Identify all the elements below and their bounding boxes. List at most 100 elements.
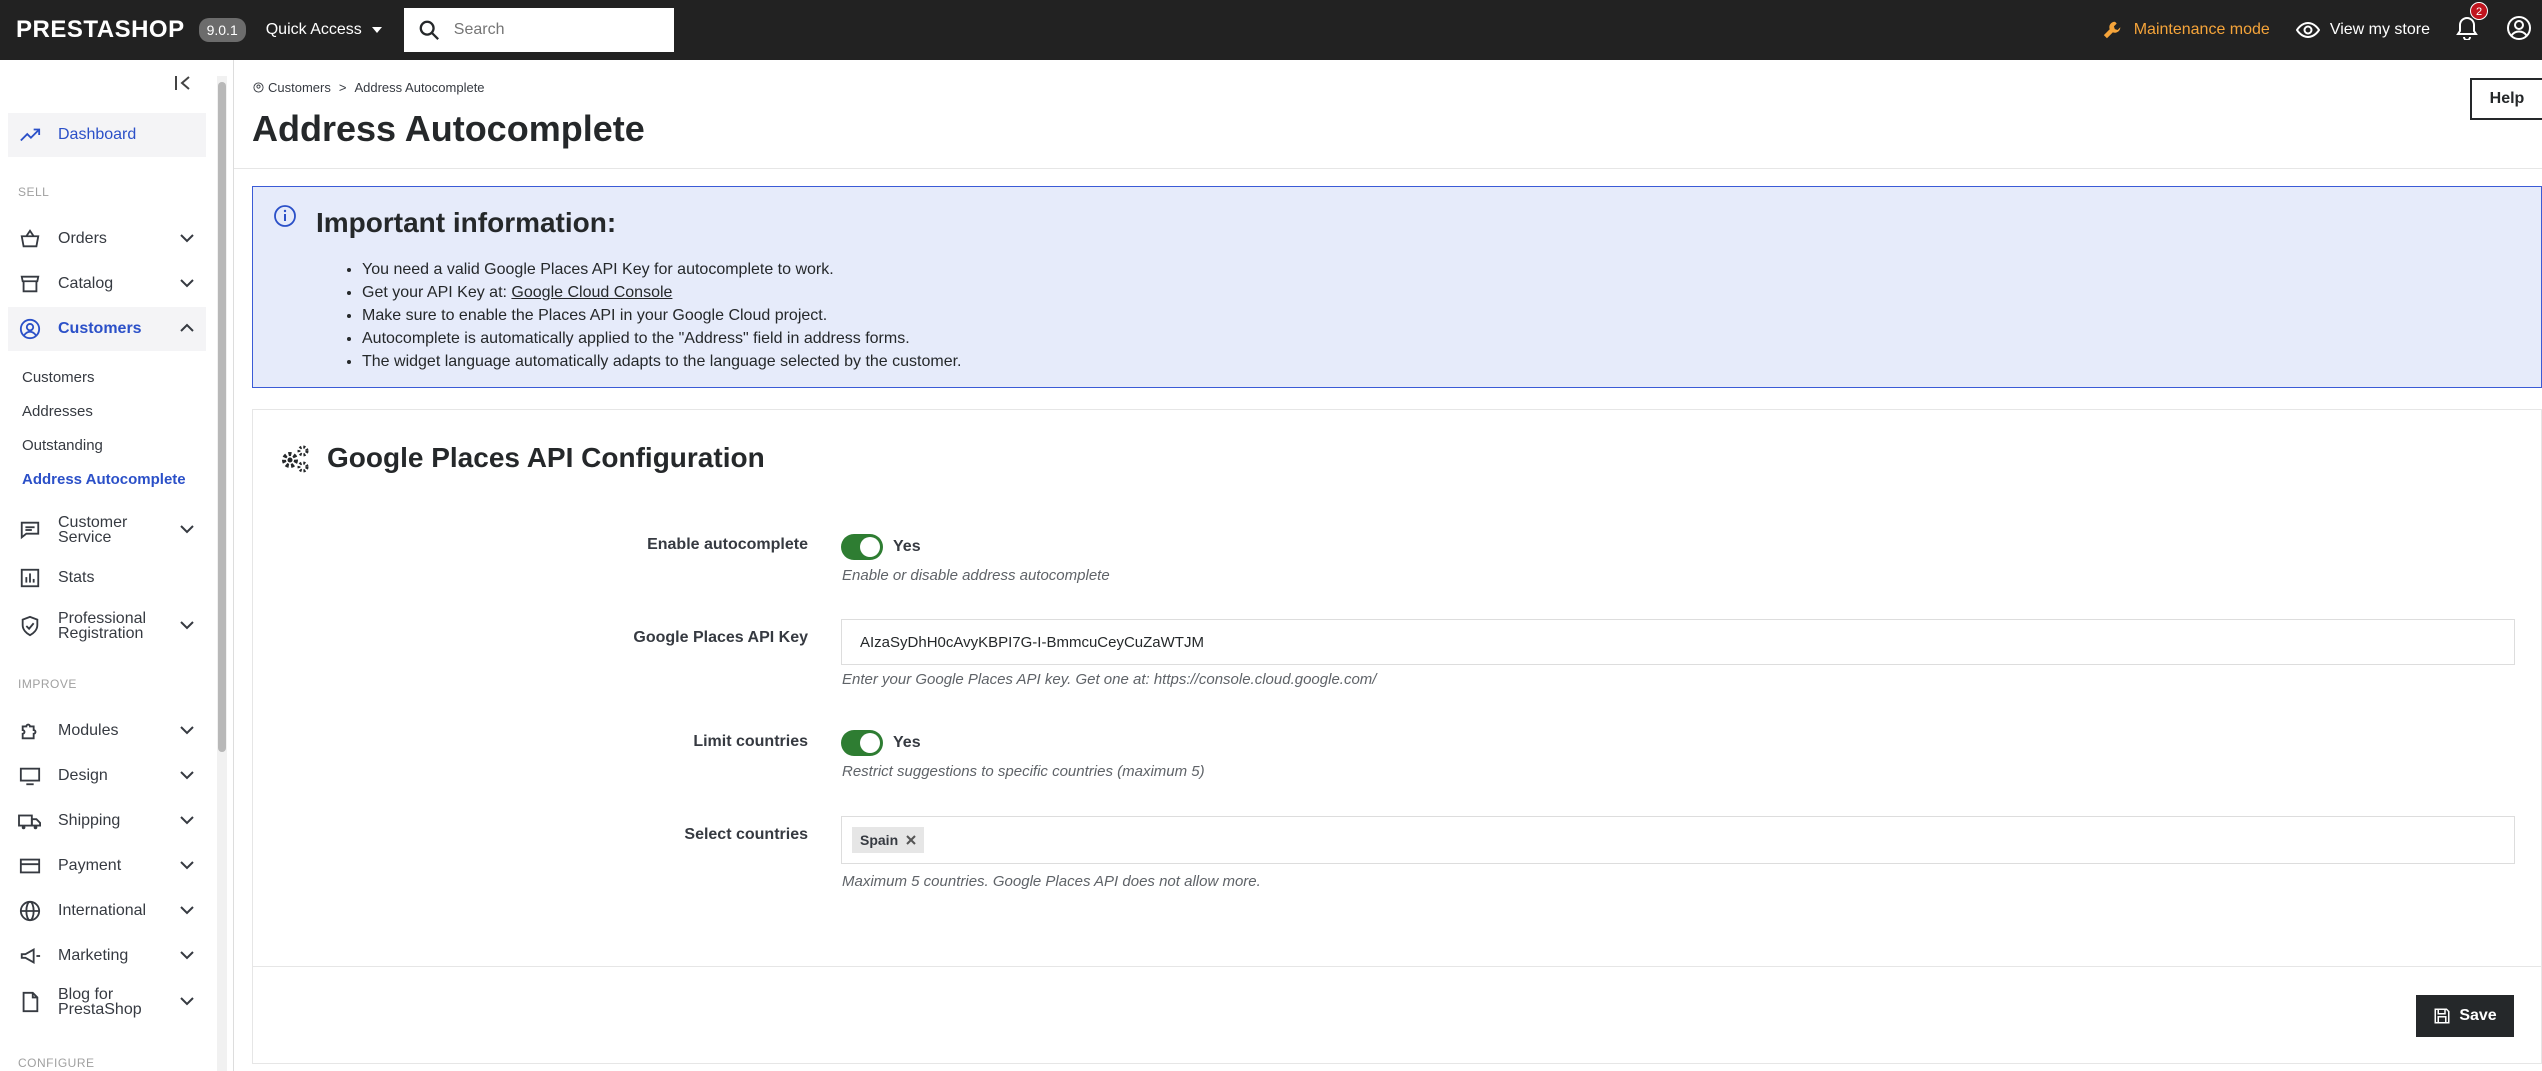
- top-right-actions: Maintenance mode View my store 2: [2102, 0, 2542, 60]
- select-countries-help: Maximum 5 countries. Google Places API d…: [842, 873, 1261, 890]
- remove-tag-icon[interactable]: [906, 835, 916, 845]
- sidebar-subitem-addresses[interactable]: Addresses: [22, 403, 93, 420]
- list-item: Get your API Key at: Google Cloud Consol…: [362, 281, 962, 304]
- account-button[interactable]: [2506, 15, 2532, 46]
- limit-countries-toggle[interactable]: [841, 730, 883, 756]
- bar-chart-icon: [18, 566, 42, 590]
- sidebar-item-customer-service[interactable]: Customer Service: [8, 508, 206, 552]
- chevron-down-icon: [180, 722, 194, 740]
- sidebar-item-label: International: [58, 902, 147, 919]
- shield-check-icon: [18, 614, 42, 638]
- sidebar: Dashboard SELL Orders Catalog Customers …: [0, 60, 234, 1071]
- enable-autocomplete-label: Enable autocomplete: [647, 536, 808, 553]
- chevron-down-icon: [180, 230, 194, 248]
- sidebar-item-professional-registration[interactable]: Professional Registration: [8, 604, 206, 648]
- section-label-configure: CONFIGURE: [18, 1056, 95, 1070]
- enable-autocomplete-help: Enable or disable address autocomplete: [842, 567, 1110, 584]
- limit-countries-help: Restrict suggestions to specific countri…: [842, 763, 1205, 780]
- user-circle-icon: [18, 317, 42, 341]
- google-places-config-card: Google Places API Configuration Enable a…: [252, 409, 2542, 1064]
- api-key-help: Enter your Google Places API key. Get on…: [842, 671, 1377, 688]
- limit-countries-label: Limit countries: [693, 733, 808, 750]
- sidebar-item-label: Customers: [58, 320, 142, 337]
- sidebar-item-marketing[interactable]: Marketing: [8, 934, 206, 978]
- sidebar-item-modules[interactable]: Modules: [8, 709, 206, 753]
- user-circle-icon: [2507, 15, 2531, 40]
- chevron-down-icon: [180, 767, 194, 785]
- sidebar-item-label: Professional Registration: [58, 610, 147, 642]
- view-store-label: View my store: [2329, 21, 2430, 38]
- search-icon: [419, 20, 439, 40]
- credit-card-icon: [18, 854, 42, 878]
- country-tag: Spain: [852, 827, 925, 853]
- sidebar-item-payment[interactable]: Payment: [8, 844, 206, 888]
- chevron-down-icon: [180, 857, 194, 875]
- puzzle-icon: [18, 719, 42, 743]
- info-title: Important information:: [316, 207, 617, 238]
- caret-down-icon: [371, 27, 382, 33]
- sidebar-item-label: Customer Service: [58, 514, 128, 546]
- section-label-sell: SELL: [18, 185, 50, 199]
- sidebar-item-shipping[interactable]: Shipping: [8, 799, 206, 843]
- card-title: Google Places API Configuration: [279, 442, 765, 474]
- info-list: You need a valid Google Places API Key f…: [362, 258, 962, 373]
- sidebar-item-blog[interactable]: Blog for PrestaShop: [8, 980, 206, 1024]
- globe-icon: [18, 899, 42, 923]
- sidebar-item-international[interactable]: International: [8, 889, 206, 933]
- sidebar-item-dashboard[interactable]: Dashboard: [8, 113, 206, 157]
- help-button[interactable]: Help: [2470, 78, 2542, 120]
- quick-access-label: Quick Access: [265, 21, 362, 38]
- chevron-down-icon: [180, 993, 194, 1011]
- list-item: The widget language automatically adapts…: [362, 350, 962, 373]
- google-cloud-console-link[interactable]: Google Cloud Console: [511, 284, 672, 301]
- floppy-disk-icon: [2434, 1008, 2450, 1024]
- sidebar-subitem-address-autocomplete[interactable]: Address Autocomplete: [22, 471, 186, 488]
- user-circle-icon: [253, 82, 264, 93]
- quick-access-button[interactable]: Quick Access: [266, 21, 382, 39]
- sidebar-subitem-customers[interactable]: Customers: [22, 369, 95, 386]
- sidebar-item-orders[interactable]: Orders: [8, 217, 206, 261]
- card-footer-divider: [253, 966, 2541, 967]
- maintenance-label: Maintenance mode: [2133, 21, 2270, 38]
- maintenance-mode-link[interactable]: Maintenance mode: [2102, 19, 2270, 41]
- enable-autocomplete-value: Yes: [893, 538, 921, 555]
- chevron-down-icon: [180, 275, 194, 293]
- sidebar-item-label: Stats: [58, 569, 95, 586]
- truck-icon: [18, 809, 42, 833]
- sidebar-item-label: Shipping: [58, 812, 121, 829]
- save-button[interactable]: Save: [2416, 995, 2514, 1037]
- chevron-down-icon: [180, 902, 194, 920]
- sidebar-subitem-outstanding[interactable]: Outstanding: [22, 437, 103, 454]
- sidebar-item-label: Orders: [58, 230, 107, 247]
- api-key-label: Google Places API Key: [633, 629, 808, 646]
- breadcrumb-current: Address Autocomplete: [354, 80, 485, 95]
- breadcrumb-parent[interactable]: Customers: [253, 80, 331, 95]
- search-input[interactable]: [453, 21, 654, 39]
- sidebar-item-customers[interactable]: Customers: [8, 307, 206, 351]
- sidebar-item-stats[interactable]: Stats: [8, 556, 206, 600]
- sidebar-item-label: Catalog: [58, 275, 114, 292]
- sidebar-item-catalog[interactable]: Catalog: [8, 262, 206, 306]
- chevron-up-icon: [180, 320, 194, 338]
- api-key-input[interactable]: [841, 619, 2515, 665]
- header-divider: [234, 168, 2542, 169]
- page-title: Address Autocomplete: [252, 108, 645, 149]
- sidebar-scrollbar-thumb[interactable]: [218, 82, 226, 752]
- sidebar-item-label: Dashboard: [58, 126, 137, 143]
- chevron-down-icon: [180, 812, 194, 830]
- sidebar-item-label: Blog for PrestaShop: [58, 986, 142, 1018]
- collapse-sidebar-button[interactable]: [174, 74, 192, 98]
- notifications-button[interactable]: 2: [2456, 1, 2488, 45]
- store-icon: [18, 272, 42, 296]
- important-info-alert: Important information: You need a valid …: [252, 186, 2542, 388]
- prestashop-logo[interactable]: PRESTASHOP: [16, 16, 185, 44]
- megaphone-icon: [18, 944, 42, 968]
- chevron-down-icon: [180, 947, 194, 965]
- sidebar-item-design[interactable]: Design: [8, 754, 206, 798]
- select-countries-input[interactable]: Spain: [841, 816, 2515, 864]
- enable-autocomplete-toggle[interactable]: [841, 534, 883, 560]
- search-box[interactable]: [403, 8, 674, 52]
- view-store-link[interactable]: View my store: [2295, 18, 2430, 42]
- list-item: Make sure to enable the Places API in yo…: [362, 304, 962, 327]
- document-icon: [18, 990, 42, 1014]
